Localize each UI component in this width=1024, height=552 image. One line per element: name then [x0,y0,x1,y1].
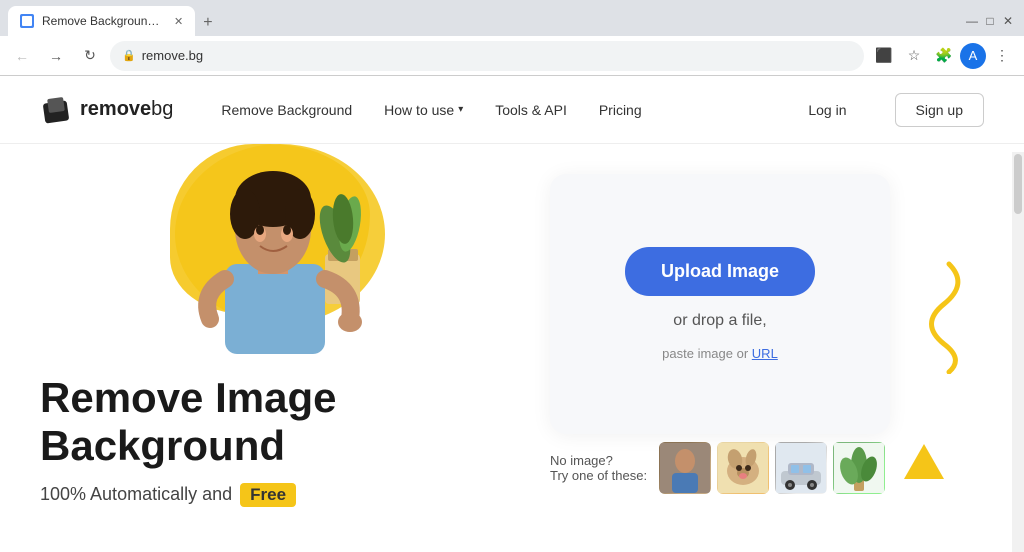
person-illustration [140,144,400,354]
address-field[interactable]: 🔒 remove.bg [110,41,864,71]
lock-icon: 🔒 [122,49,136,62]
maximize-button[interactable]: □ [982,13,998,29]
sample-images [659,442,885,494]
hero-image-area [120,144,420,354]
tab-favicon [20,14,34,28]
scrollbar[interactable] [1012,152,1024,552]
hero-text: Remove Image Background 100% Automatical… [40,374,520,507]
tab-title: Remove Background from Im... [42,14,162,28]
new-tab-button[interactable]: + [195,10,220,36]
cast-button[interactable]: ⬛ [870,42,898,70]
nav-how-to-use[interactable]: How to use ▾ [384,102,463,118]
left-side: Remove Image Background 100% Automatical… [40,144,520,507]
back-button[interactable]: ← [8,42,36,70]
tab-strip: Remove Background from Im... ✕ + [8,6,221,36]
minimize-button[interactable]: — [964,13,980,29]
hero-subtitle: 100% Automatically and Free [40,483,520,507]
sample-thumb-dog[interactable] [717,442,769,494]
nav-remove-background[interactable]: Remove Background [221,102,352,118]
free-badge: Free [240,483,296,507]
browser-chrome: Remove Background from Im... ✕ + — □ ✕ ←… [0,0,1024,76]
drop-text: or drop a file, [673,312,766,330]
logo-icon [40,94,72,126]
triangle-decoration [904,444,944,479]
profile-button[interactable]: A [960,43,986,69]
forward-button[interactable]: → [42,42,70,70]
chevron-down-icon: ▾ [458,104,463,115]
no-image-text: No image? Try one of these: [550,453,647,483]
page: removebg Remove Background How to use ▾ … [0,76,1024,552]
address-bar-row: ← → ↻ 🔒 remove.bg ⬛ ☆ 🧩 A ⋮ [0,36,1024,76]
signup-button[interactable]: Sign up [895,93,984,127]
main-content: Remove Image Background 100% Automatical… [0,144,1024,552]
nav-tools-api[interactable]: Tools & API [495,102,567,118]
upload-card: Upload Image or drop a file, paste image… [550,174,890,434]
scrollbar-thumb [1014,154,1022,214]
window-controls: — □ ✕ [964,13,1016,29]
drop-sub-text: paste image or URL [662,346,778,361]
nav-pricing[interactable]: Pricing [599,102,642,118]
squiggle-decoration [889,254,969,374]
login-button[interactable]: Log in [792,94,862,126]
extensions-button[interactable]: 🧩 [930,42,958,70]
hero-title: Remove Image Background [40,374,520,471]
active-tab[interactable]: Remove Background from Im... ✕ [8,6,195,36]
site-nav: removebg Remove Background How to use ▾ … [0,76,1024,144]
logo[interactable]: removebg [40,94,173,126]
sample-thumb-person[interactable] [659,442,711,494]
sample-thumb-plant[interactable] [833,442,885,494]
title-bar: Remove Background from Im... ✕ + — □ ✕ [0,0,1024,36]
sample-row: No image? Try one of these: [550,442,890,494]
tab-close-button[interactable]: ✕ [174,15,183,28]
bookmark-button[interactable]: ☆ [900,42,928,70]
sample-thumb-car[interactable] [775,442,827,494]
logo-text: removebg [80,98,173,121]
address-text: remove.bg [142,48,852,63]
toolbar-icons: ⬛ ☆ 🧩 A ⋮ [870,42,1016,70]
upload-image-button[interactable]: Upload Image [625,247,815,296]
url-link[interactable]: URL [752,346,778,361]
refresh-button[interactable]: ↻ [76,42,104,70]
menu-button[interactable]: ⋮ [988,42,1016,70]
close-button[interactable]: ✕ [1000,13,1016,29]
right-side: Upload Image or drop a file, paste image… [520,144,920,494]
